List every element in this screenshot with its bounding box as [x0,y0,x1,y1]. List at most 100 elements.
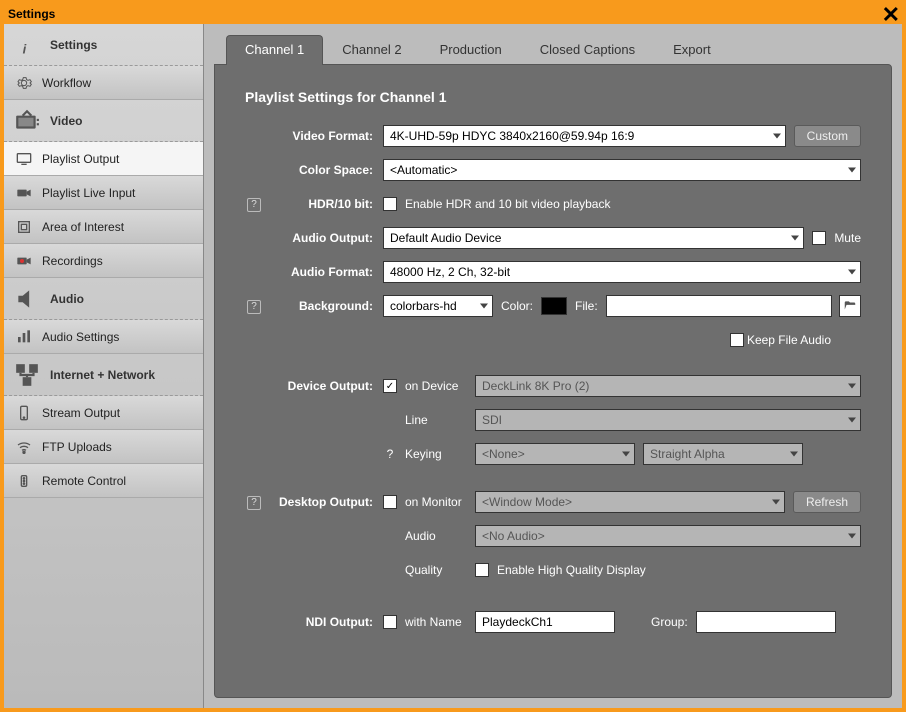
custom-button[interactable]: Custom [794,125,861,147]
keying-alpha-select[interactable]: Straight Alpha [643,443,803,465]
keep-file-audio-label: Keep File Audio [747,333,831,347]
app-body: i Settings Workflow Video Playlist Outpu… [4,24,902,708]
sidebar-item-ftp-uploads[interactable]: FTP Uploads [4,430,203,464]
ndi-output-label: NDI Output: [263,615,383,629]
sidebar-item-remote-control[interactable]: Remote Control [4,464,203,498]
tab-channel-1[interactable]: Channel 1 [226,35,323,65]
gear-icon [16,75,32,91]
sidebar-item-area-of-interest[interactable]: Area of Interest [4,210,203,244]
device-line-label: Line [405,413,467,427]
phone-icon [16,405,32,421]
background-select[interactable]: colorbars-hd [383,295,493,317]
device-keying-label: Keying [405,447,467,461]
tab-closed-captions[interactable]: Closed Captions [521,35,654,65]
speaker-icon [14,286,40,312]
hdr-checkbox[interactable] [383,197,397,211]
desktop-output-label: Desktop Output: [263,495,383,509]
ndi-with-name-checkbox[interactable] [383,615,397,629]
hq-display-checkbox[interactable] [475,563,489,577]
keying-mode-select[interactable]: <None> [475,443,635,465]
tab-production[interactable]: Production [421,35,521,65]
tv-icon [14,108,40,134]
audio-output-label: Audio Output: [263,231,383,245]
on-monitor-checkbox[interactable] [383,495,397,509]
sidebar-group-audio[interactable]: Audio [4,278,203,320]
sidebar-item-label: Area of Interest [42,220,193,234]
sidebar-item-workflow[interactable]: Workflow [4,66,203,100]
wifi-icon [16,439,32,455]
sidebar: i Settings Workflow Video Playlist Outpu… [4,24,204,708]
help-keying-icon[interactable]: ? [383,447,397,461]
audio-output-select[interactable]: Default Audio Device [383,227,804,249]
sidebar-item-label: FTP Uploads [42,440,193,454]
bg-file-label: File: [575,299,598,313]
background-label: Background: [263,299,383,313]
ndi-name-input[interactable] [475,611,615,633]
window-title: Settings [8,7,55,21]
audio-format-select[interactable]: 48000 Hz, 2 Ch, 32-bit [383,261,861,283]
desktop-audio-label: Audio [405,529,467,543]
sidebar-item-audio-settings[interactable]: Audio Settings [4,320,203,354]
main-area: Channel 1 Channel 2 Production Closed Ca… [204,24,902,708]
keep-file-audio-checkbox[interactable] [730,333,744,347]
folder-open-icon [843,299,857,313]
svg-text:i: i [23,41,27,56]
ndi-with-name-label: with Name [405,615,467,629]
camera-icon [16,185,32,201]
video-format-select[interactable]: 4K-UHD-59p HDYC 3840x2160@59.94p 16:9 [383,125,786,147]
network-icon [14,362,40,388]
sidebar-group-video[interactable]: Video [4,100,203,142]
help-hdr-icon[interactable]: ? [247,198,261,212]
sidebar-item-label: Audio Settings [42,330,193,344]
on-device-checkbox[interactable]: ✓ [383,379,397,393]
device-output-label: Device Output: [263,379,383,393]
sidebar-group-label: Settings [50,38,193,52]
sidebar-item-label: Playlist Live Input [42,186,193,200]
color-space-select[interactable]: <Automatic> [383,159,861,181]
bg-file-input[interactable] [606,295,832,317]
hdr-checkbox-label: Enable HDR and 10 bit video playback [405,197,610,211]
sidebar-item-label: Playlist Output [42,152,193,166]
crop-icon [16,219,32,235]
monitor-icon [16,151,32,167]
tab-channel-2[interactable]: Channel 2 [323,35,420,65]
bg-color-swatch[interactable] [541,297,567,315]
sidebar-item-playlist-live-input[interactable]: Playlist Live Input [4,176,203,210]
on-monitor-label: on Monitor [405,495,467,509]
device-line-select[interactable]: SDI [475,409,861,431]
sidebar-item-label: Recordings [42,254,193,268]
sidebar-item-label: Stream Output [42,406,193,420]
sidebar-item-recordings[interactable]: Recordings [4,244,203,278]
mute-label: Mute [834,231,861,245]
sidebar-group-internet-network[interactable]: Internet + Network [4,354,203,396]
on-device-label: on Device [405,379,467,393]
sidebar-item-playlist-output[interactable]: Playlist Output [4,142,203,176]
audio-format-label: Audio Format: [263,265,383,279]
record-icon [16,253,32,269]
bars-icon [16,329,32,345]
window-close-button[interactable]: ✕ [882,2,900,28]
desktop-monitor-select[interactable]: <Window Mode> [475,491,785,513]
desktop-audio-select[interactable]: <No Audio> [475,525,861,547]
desktop-quality-label: Quality [405,563,467,577]
help-background-icon[interactable]: ? [247,300,261,314]
settings-panel: Playlist Settings for Channel 1 Video Fo… [214,64,892,698]
refresh-button[interactable]: Refresh [793,491,861,513]
hq-display-label: Enable High Quality Display [497,563,646,577]
sidebar-item-label: Workflow [42,76,193,90]
panel-title: Playlist Settings for Channel 1 [245,89,861,105]
help-desktop-output-icon[interactable]: ? [247,496,261,510]
mute-checkbox[interactable] [812,231,826,245]
window-titlebar: Settings ✕ [4,4,902,24]
tab-export[interactable]: Export [654,35,730,65]
video-format-label: Video Format: [263,129,383,143]
ndi-group-input[interactable] [696,611,836,633]
sidebar-item-label: Remote Control [42,474,193,488]
bg-file-browse-button[interactable] [839,295,861,317]
sidebar-group-settings[interactable]: i Settings [4,24,203,66]
sidebar-item-stream-output[interactable]: Stream Output [4,396,203,430]
sidebar-group-label: Internet + Network [50,368,193,382]
bg-color-label: Color: [501,299,533,313]
tabstrip: Channel 1 Channel 2 Production Closed Ca… [214,34,892,64]
device-output-select[interactable]: DeckLink 8K Pro (2) [475,375,861,397]
